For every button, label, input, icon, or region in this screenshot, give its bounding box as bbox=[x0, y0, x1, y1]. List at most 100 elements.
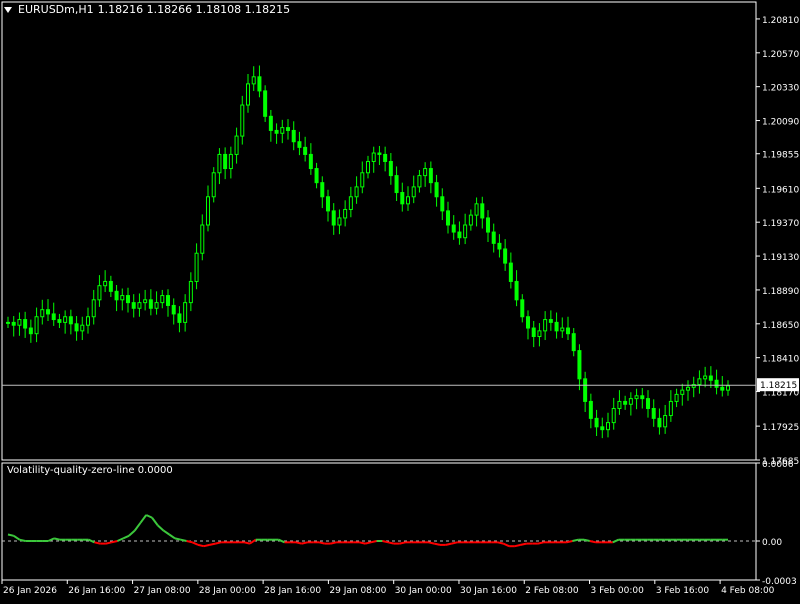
indicator-segment bbox=[497, 541, 504, 545]
candle-body bbox=[371, 152, 376, 162]
candle-body bbox=[40, 309, 45, 318]
candle-body bbox=[571, 333, 576, 352]
candle-body bbox=[366, 160, 370, 174]
indicator-segment bbox=[162, 529, 170, 536]
indicator-segment bbox=[19, 538, 26, 542]
candle-body bbox=[326, 196, 330, 212]
candle-body bbox=[217, 153, 222, 174]
indicator-segment bbox=[295, 541, 302, 545]
candle-body bbox=[143, 299, 148, 304]
ohlc-values: 1.18216 1.18266 1.18108 1.18215 bbox=[97, 3, 291, 16]
candle-body bbox=[411, 186, 416, 198]
indicator-segment bbox=[330, 541, 337, 545]
candle-body bbox=[314, 168, 319, 184]
candle-body bbox=[46, 309, 50, 315]
candle-body bbox=[423, 168, 428, 177]
candle-body bbox=[171, 304, 176, 315]
candle-body bbox=[674, 393, 679, 402]
candle-body bbox=[206, 196, 210, 226]
candle-body bbox=[554, 321, 559, 332]
candle-body bbox=[11, 321, 16, 326]
indicator-segment bbox=[301, 541, 308, 545]
indicator-tick-label: 0.0006 bbox=[762, 460, 794, 470]
candle-body bbox=[126, 295, 130, 304]
candle-body bbox=[726, 385, 730, 391]
indicator-segment bbox=[243, 541, 251, 545]
price-tick-label: 1.18890 bbox=[762, 287, 799, 297]
indicator-segment bbox=[399, 541, 406, 545]
indicator-segment bbox=[203, 543, 210, 548]
candle-body bbox=[440, 196, 445, 212]
indicator-segment bbox=[451, 541, 458, 545]
candle-body bbox=[486, 217, 490, 233]
indicator-segment bbox=[145, 514, 153, 519]
price-tick-label: 1.20810 bbox=[762, 16, 799, 26]
candle-body bbox=[160, 295, 165, 304]
trading-chart[interactable]: 1.20810 1.20570 1.20330 1.20090 1.19855 1.196… bbox=[0, 0, 800, 600]
price-tick-label: 1.18410 bbox=[762, 355, 799, 365]
candle-body bbox=[520, 299, 525, 318]
candle-body bbox=[211, 172, 216, 198]
candle-body bbox=[63, 316, 68, 323]
candle-body bbox=[600, 426, 605, 431]
candle-body bbox=[583, 378, 588, 402]
indicator-segment bbox=[151, 517, 159, 526]
time-tick-label: 4 Feb 08:00 bbox=[721, 586, 775, 596]
indicator-segment bbox=[191, 541, 199, 546]
indicator-segment bbox=[520, 542, 527, 546]
candle-body bbox=[457, 231, 462, 239]
chart-canvas[interactable]: 1.20810 1.20570 1.20330 1.20090 1.19855 1.196… bbox=[0, 0, 800, 600]
candle-body bbox=[228, 153, 233, 170]
candle-body bbox=[514, 280, 519, 301]
candle-body bbox=[548, 319, 553, 323]
candle-body bbox=[606, 422, 610, 431]
candle-body bbox=[354, 186, 359, 198]
candle-body bbox=[234, 135, 239, 155]
price-tick-label: 1.20090 bbox=[762, 118, 799, 128]
candle-body bbox=[303, 146, 308, 155]
candle-body bbox=[360, 172, 365, 188]
indicator-segment bbox=[122, 534, 130, 540]
candle-body bbox=[577, 350, 582, 380]
time-tick-label: 30 Jan 16:00 bbox=[460, 586, 517, 596]
candle-body bbox=[114, 290, 119, 301]
indicator-segment bbox=[128, 529, 136, 537]
candle-body bbox=[120, 295, 125, 301]
candle-body bbox=[337, 217, 342, 226]
time-tick-label: 3 Feb 00:00 bbox=[591, 586, 645, 596]
candle-body bbox=[257, 76, 262, 92]
candle-body bbox=[508, 262, 513, 282]
indicator-segment bbox=[209, 542, 216, 546]
candle-body bbox=[474, 203, 479, 216]
candle-body bbox=[708, 375, 713, 381]
candle-body bbox=[503, 248, 508, 264]
candle-body bbox=[588, 400, 593, 419]
indicator-label: Volatility-quality-zero-line 0.0000 bbox=[7, 465, 173, 476]
candle-body bbox=[268, 115, 273, 131]
price-tick-label: 1.19610 bbox=[762, 185, 799, 195]
indicator-segment bbox=[7, 533, 14, 537]
candle-body bbox=[103, 280, 108, 287]
candle-body bbox=[646, 398, 650, 409]
dropdown-arrow-icon[interactable] bbox=[4, 6, 12, 13]
candle-body bbox=[560, 327, 565, 332]
candle-body bbox=[86, 316, 90, 326]
candle-body bbox=[177, 313, 182, 323]
candle-body bbox=[703, 375, 708, 380]
candle-body bbox=[531, 327, 536, 338]
candle-body bbox=[263, 90, 268, 117]
candle-body bbox=[91, 299, 96, 318]
indicator-segment bbox=[428, 541, 435, 545]
candle-body bbox=[451, 224, 456, 233]
indicator-segment bbox=[111, 540, 118, 544]
indicator-segment bbox=[445, 542, 452, 546]
candle-body bbox=[251, 76, 256, 85]
candle-body bbox=[108, 280, 113, 292]
candle-body bbox=[463, 224, 468, 239]
indicator-segment bbox=[278, 538, 285, 544]
candle-body bbox=[80, 324, 85, 332]
candle-body bbox=[640, 395, 645, 400]
candle-body bbox=[34, 316, 39, 335]
candle-body bbox=[714, 379, 719, 388]
candle-body bbox=[343, 208, 348, 219]
